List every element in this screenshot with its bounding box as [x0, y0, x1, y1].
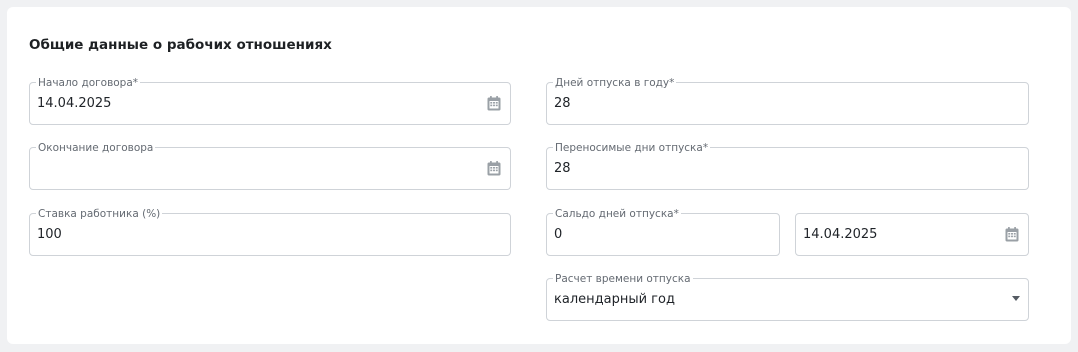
- calendar-icon[interactable]: [487, 96, 501, 111]
- vacation-days-per-year-value: 28: [554, 96, 571, 111]
- vacation-calc-value: календарный год: [554, 292, 675, 307]
- carryover-vacation-days-field[interactable]: Переносимые дни отпуска* 28: [546, 142, 1029, 190]
- vacation-balance-label: Сальдо дней отпуска*: [553, 208, 681, 220]
- contract-start-value: 14.04.2025: [37, 96, 112, 111]
- contract-end-field[interactable]: Окончание договора: [29, 142, 511, 190]
- employee-rate-field[interactable]: Ставка работника (%) 100: [29, 208, 511, 256]
- vacation-days-per-year-field[interactable]: Дней отпуска в году* 28: [546, 77, 1029, 125]
- vacation-balance-value: 0: [554, 227, 563, 242]
- vacation-days-per-year-label: Дней отпуска в году*: [553, 77, 677, 89]
- employee-rate-label: Ставка работника (%): [36, 208, 163, 220]
- vacation-calc-select[interactable]: Расчет времени отпуска календарный год: [546, 273, 1029, 321]
- section-title: Общие данные о рабочих отношениях: [29, 37, 332, 53]
- vacation-calc-label: Расчет времени отпуска: [553, 273, 693, 285]
- chevron-down-icon[interactable]: [1012, 296, 1020, 301]
- calendar-icon[interactable]: [1005, 227, 1019, 242]
- employee-rate-value: 100: [37, 227, 62, 242]
- calendar-icon[interactable]: [487, 161, 501, 176]
- vacation-balance-date-field[interactable]: 14.04.2025: [795, 213, 1029, 256]
- carryover-vacation-days-label: Переносимые дни отпуска*: [553, 142, 711, 154]
- vacation-balance-date-value: 14.04.2025: [803, 227, 878, 242]
- carryover-vacation-days-value: 28: [554, 161, 571, 176]
- work-relations-card: Общие данные о рабочих отношениях Начало…: [7, 7, 1071, 344]
- contract-start-label: Начало договора*: [36, 77, 141, 89]
- vacation-balance-field[interactable]: Сальдо дней отпуска* 0: [546, 208, 780, 256]
- contract-start-field[interactable]: Начало договора* 14.04.2025: [29, 77, 511, 125]
- contract-end-label: Окончание договора: [36, 142, 156, 154]
